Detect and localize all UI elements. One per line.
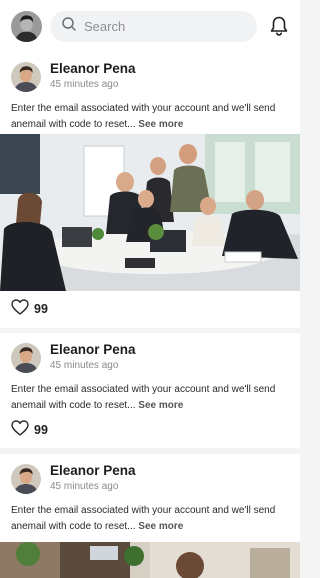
- see-more-link[interactable]: See more: [138, 119, 183, 130]
- author-name[interactable]: Eleanor Pena: [50, 463, 136, 479]
- search-icon: [61, 16, 77, 37]
- post-header: Eleanor Pena 45 minutes ago: [11, 61, 136, 92]
- post-image[interactable]: [0, 134, 300, 291]
- author-avatar[interactable]: [11, 62, 41, 92]
- author-avatar[interactable]: [11, 464, 41, 494]
- like-count: 99: [34, 302, 48, 316]
- post-header: Eleanor Pena 45 minutes ago: [11, 342, 136, 373]
- post-text: Enter the email associated with your acc…: [11, 382, 291, 413]
- post-image[interactable]: [0, 542, 300, 578]
- post-text: Enter the email associated with your acc…: [11, 503, 291, 534]
- post-header: Eleanor Pena 45 minutes ago: [11, 463, 136, 494]
- profile-avatar[interactable]: [11, 11, 42, 42]
- author-name[interactable]: Eleanor Pena: [50, 342, 136, 358]
- bell-icon[interactable]: [269, 15, 289, 37]
- post-card: Eleanor Pena 45 minutes ago Enter the em…: [0, 454, 300, 578]
- author-name[interactable]: Eleanor Pena: [50, 61, 136, 77]
- heart-icon[interactable]: [11, 419, 29, 441]
- like-row: 99: [11, 298, 48, 320]
- post-time: 45 minutes ago: [50, 481, 119, 492]
- search-bar[interactable]: [50, 11, 257, 42]
- post-time: 45 minutes ago: [50, 360, 119, 371]
- top-bar: [0, 0, 300, 52]
- see-more-link[interactable]: See more: [138, 521, 183, 532]
- post-card: Eleanor Pena 45 minutes ago Enter the em…: [0, 333, 300, 448]
- post-time: 45 minutes ago: [50, 79, 119, 90]
- like-count: 99: [34, 423, 48, 437]
- post-text: Enter the email associated with your acc…: [11, 101, 291, 132]
- author-avatar[interactable]: [11, 343, 41, 373]
- post-card: Eleanor Pena 45 minutes ago Enter the em…: [0, 52, 300, 328]
- heart-icon[interactable]: [11, 298, 29, 320]
- see-more-link[interactable]: See more: [138, 400, 183, 411]
- like-row: 99: [11, 419, 48, 441]
- search-input[interactable]: [84, 19, 244, 34]
